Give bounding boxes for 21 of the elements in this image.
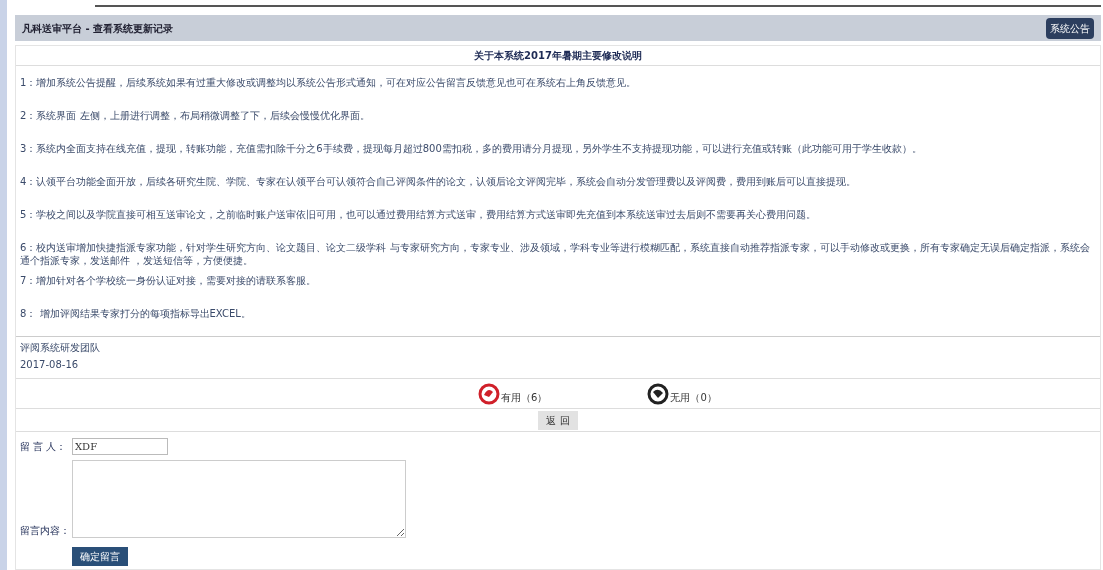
update-item-text: 3：系统内全面支持在线充值，提现，转账功能，充值需扣除千分之6手续费，提现每月超过800需扣税，多的费用请分月提现，另外学生不支持提现功能，可以进行充值或转账（此功能可用于学生收款）。	[20, 142, 922, 155]
page-title: 凡科送审平台 - 查看系统更新记录	[22, 21, 174, 36]
update-item-text: 6：校内送审增加快捷指派专家功能，针对学生研究方向、论文题目、论文二级学科 与专家研究方向，专家专业、涉及领域，学科专业等进行模糊匹配，系统直接自动推荐指派专家，可以手动修改或更换，所有专家确定无误后确定指派，系统会通个指派专家，发送邮件 ，发送短信等，方便便捷。	[20, 241, 1091, 267]
notice-title: 关于本系统2017年暑期主要修改说明	[474, 49, 642, 63]
content-label: 留言内容：	[20, 524, 68, 538]
update-item-text: 2：系统界面 左侧，上册进行调整，布局稍微调整了下，后续会慢慢优化界面。	[20, 109, 370, 122]
feedback-button[interactable]: 有用（6）	[478, 382, 548, 405]
message-field[interactable]	[72, 460, 406, 538]
update-item-text: 5：学校之间以及学院直接可相互送审论文，之前临时账户送审依旧可用，也可以通过费用结算方式送审，费用结算方式送审即先充值到本系统送审过去后则不需要再关心费用问题。	[20, 208, 817, 221]
back-button[interactable]: 返 回	[538, 410, 578, 430]
update-item-text: 7：增加针对各个学校统一身份认证对接，需要对接的请联系客服。	[20, 274, 317, 287]
name-label: 留 言 人：	[20, 440, 68, 454]
update-item-text: 1：增加系统公告提醒，后续系统如果有过重大修改或调整均以系统公告形式通知，可在对应公告留言反馈意见也可在系统右上角反馈意见。	[20, 76, 637, 89]
update-item-text: 8： 增加评阅结果专家打分的每项指标导出EXCEL。	[20, 307, 251, 320]
name-field[interactable]: XDF	[72, 438, 168, 455]
author-text: 评阅系统研发团队	[20, 341, 101, 355]
update-item-text: 4：认领平台功能全面开放，后续各研究生院、学院、专家在认领平台可认领符合自己评阅条件的论文，认领后论文评阅完毕，系统会自动分发管理费以及评阅费，费用到账后可以直接提现。	[20, 175, 857, 188]
submit-button[interactable]: 确定留言	[72, 547, 128, 566]
announcement-button[interactable]: 系统公告	[1046, 17, 1094, 39]
feedback-button[interactable]: 无用（0）	[647, 382, 717, 405]
date-text: 2017-08-16	[20, 358, 80, 372]
